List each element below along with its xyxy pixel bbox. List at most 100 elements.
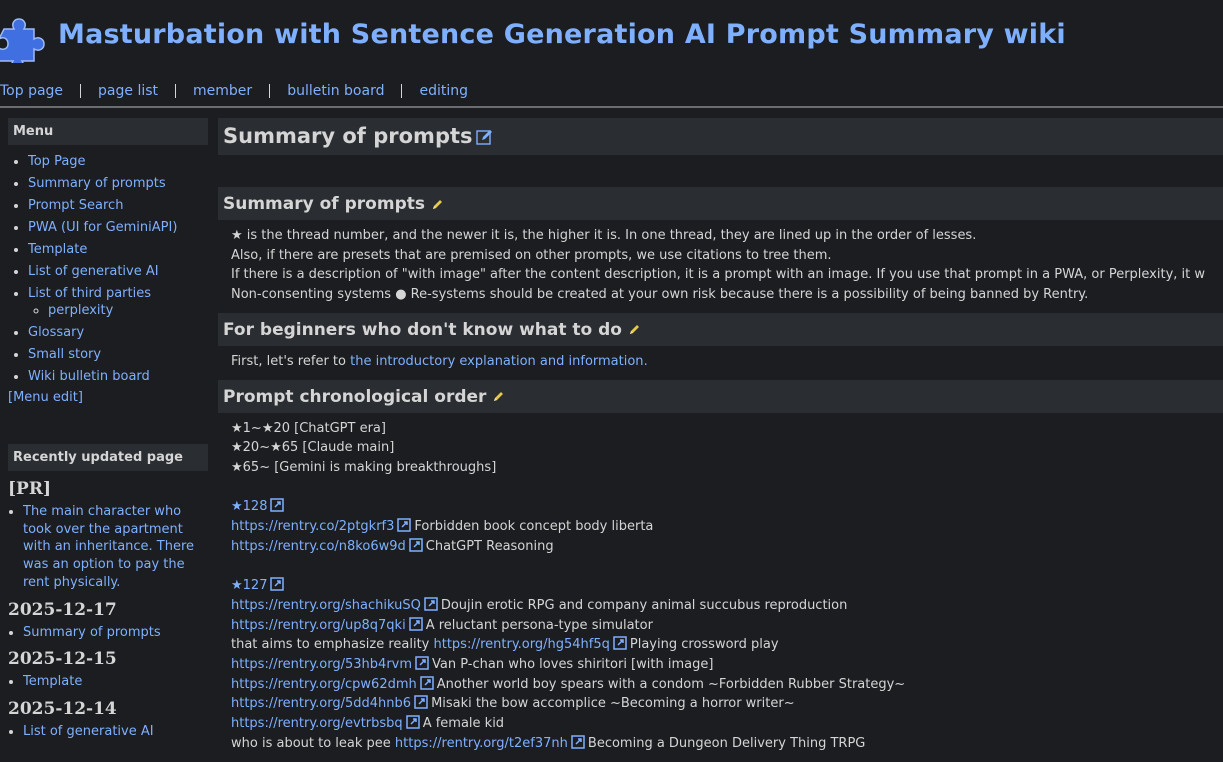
prompt-desc: Playing crossword play [629,637,779,653]
prompt-desc: Van P-chan who loves shiritori [with ima… [432,656,714,672]
menu-heading: Menu [8,118,208,145]
edit-page-icon[interactable] [475,128,494,146]
prompt-desc: Another world boy spears with a condom ~… [436,676,906,692]
date-heading: 2025-12-17 [8,599,117,620]
external-link-icon[interactable] [408,616,423,631]
puzzle-piece-icon[interactable] [0,13,50,63]
prompt-link[interactable]: https://rentry.org/t2ef37nh [395,736,568,751]
nav-editing[interactable]: editing [401,84,485,98]
summary-line: ★ is the thread number, and the newer it… [231,228,977,243]
sidebar-item-template[interactable]: Template [28,241,208,258]
external-link-icon[interactable] [270,498,285,513]
recent-item-template[interactable]: Template [23,673,208,691]
pencil-icon[interactable] [492,390,505,403]
prompt-link[interactable]: https://rentry.org/shachikuSQ [231,598,421,613]
prompt-link[interactable]: https://rentry.org/cpw62dmh [231,677,417,692]
recent-item-summary[interactable]: Summary of prompts [23,624,208,642]
pr-heading: [PR] [8,479,51,499]
prompt-link[interactable]: https://rentry.org/hg54hf5q [434,637,610,652]
sidebar-item-small-story[interactable]: Small story [28,346,208,363]
prompt-link[interactable]: https://rentry.org/evtrbsbq [231,716,403,731]
nav-page-list[interactable]: page list [80,84,175,98]
section-heading-summary: Summary of prompts [218,187,1223,220]
sidebar-item-generative-ai[interactable]: List of generative AI [28,263,208,280]
sidebar-item-prompt-search[interactable]: Prompt Search [28,197,208,214]
prompt-link[interactable]: https://rentry.org/up8q7qki [231,618,406,633]
intro-link[interactable]: the introductory explanation and informa… [350,354,643,369]
prompt-link[interactable]: https://rentry.co/n8ko6w9d [231,539,406,554]
page-title: Summary of prompts [223,124,473,148]
summary-line: Non-consenting systems ● Re-systems shou… [231,287,1089,303]
prompt-row: https://rentry.org/evtrbsbq A female kid [231,714,1223,734]
external-link-icon[interactable] [571,734,585,749]
prompt-row: https://rentry.org/shachikuSQ Doujin erot… [231,596,1223,616]
recent-list-3: List of generative AI [8,723,208,741]
external-link-icon[interactable] [409,537,423,552]
summary-line: Also, if there are presets that are prem… [231,247,832,263]
sidebar-item-summary-of-prompts[interactable]: Summary of prompts [28,175,208,192]
menu-list: Top Page Summary of prompts Prompt Searc… [8,153,208,385]
sidebar-item-top-page[interactable]: Top Page [28,153,208,170]
recently-updated: Recently updated page [PR] The main char… [8,444,208,741]
external-link-icon[interactable] [405,715,420,729]
top-nav: Top page page list member bulletin board edi… [0,84,485,102]
menu-edit-link[interactable]: [Menu edit] [8,390,208,405]
external-link-icon[interactable] [420,675,434,690]
nav-bulletin-board[interactable]: bulletin board [269,84,401,98]
pencil-icon[interactable] [431,198,444,211]
section-heading-chronological: Prompt chronological order [218,379,1223,413]
prompt-desc: A female kid [422,716,505,732]
sidebar-menu: Menu Top Page Summary of prompts Prompt … [8,118,208,405]
pencil-icon[interactable] [628,323,641,336]
sidebar-item-third-parties[interactable]: List of third parties perplexity [28,285,208,319]
recent-list-2: Template [8,673,208,691]
era-line: ★1~★20 [ChatGPT era] [231,420,386,436]
summary-line: If there is a description of "with image… [231,267,1206,283]
prompt-desc: A reluctant persona-type simulator [425,617,653,633]
prompt-desc: Becoming a Dungeon Delivery Thing TRPG [587,735,866,751]
sidebar-item-label[interactable]: List of third parties [28,286,151,301]
section-heading-beginners: For beginners who don't know what to do [218,312,1223,346]
recent-heading: Recently updated page [8,444,208,471]
beginners-prefix: First, let's refer to [231,353,351,369]
nav-member[interactable]: member [175,84,269,98]
site-title[interactable]: Masturbation with Sentence Generation AI… [58,19,1066,50]
external-link-icon[interactable] [270,577,285,591]
thread-127-link[interactable]: ★127 [231,578,267,593]
section-title: For beginners who don't know what to do [223,319,622,340]
prompt-link[interactable]: https://rentry.org/5dd4hnb6 [231,696,411,711]
prompt-link[interactable]: https://rentry.co/2ptgkrf3 [231,519,394,534]
chronological-list: ★1~★20 [ChatGPT era] ★20~★65 [Claude mai… [218,413,1223,762]
external-link-icon[interactable] [613,636,627,650]
sub-list: perplexity [28,302,208,319]
prompt-prefix: who is about to leak pee [231,735,395,751]
beginners-suffix: . [643,353,648,369]
beginners-text: First, let's refer to the introductory e… [218,346,1223,380]
main-content: Summary of prompts Summary of prompts ★ … [218,118,1223,761]
date-heading: 2025-12-14 [8,698,117,719]
header-divider [0,106,1223,108]
era-line: ★65~ [Gemini is making breakthroughs] [231,459,497,475]
external-link-icon[interactable] [424,597,438,611]
sidebar-item-wiki-bulletin-board[interactable]: Wiki bulletin board [28,368,208,385]
page-title-bar: Summary of prompts [218,118,1223,155]
recent-item-pr[interactable]: The main character who took over the apa… [23,503,208,592]
section-title: Summary of prompts [223,194,425,214]
prompt-row: that aims to emphasize reality https://r… [231,635,1223,655]
sidebar-item-glossary[interactable]: Glossary [28,324,208,341]
prompt-desc: Misaki the bow accomplice ~Becoming a ho… [431,696,795,712]
prompt-row: https://rentry.co/n8ko6w9d ChatGPT Reason… [231,537,1223,557]
prompt-row: https://rentry.org/up8q7qki A reluctant p… [231,616,1223,636]
recent-item-generative-ai[interactable]: List of generative AI [23,723,208,741]
prompt-link[interactable]: https://rentry.org/53hb4rvm [231,657,412,672]
prompt-row: https://rentry.co/2ptgkrf3 Forbidden book… [231,517,1223,537]
era-line: ★20~★65 [Claude main] [231,440,395,456]
external-link-icon[interactable] [415,656,429,670]
nav-top-page[interactable]: Top page [0,84,80,98]
external-link-icon[interactable] [414,695,428,710]
summary-text: ★ is the thread number, and the newer it… [218,220,1223,313]
external-link-icon[interactable] [397,518,412,532]
sidebar-item-pwa[interactable]: PWA (UI for GeminiAPI) [28,219,208,236]
thread-128-link[interactable]: ★128 [231,499,267,514]
sidebar-subitem-perplexity[interactable]: perplexity [48,302,208,319]
